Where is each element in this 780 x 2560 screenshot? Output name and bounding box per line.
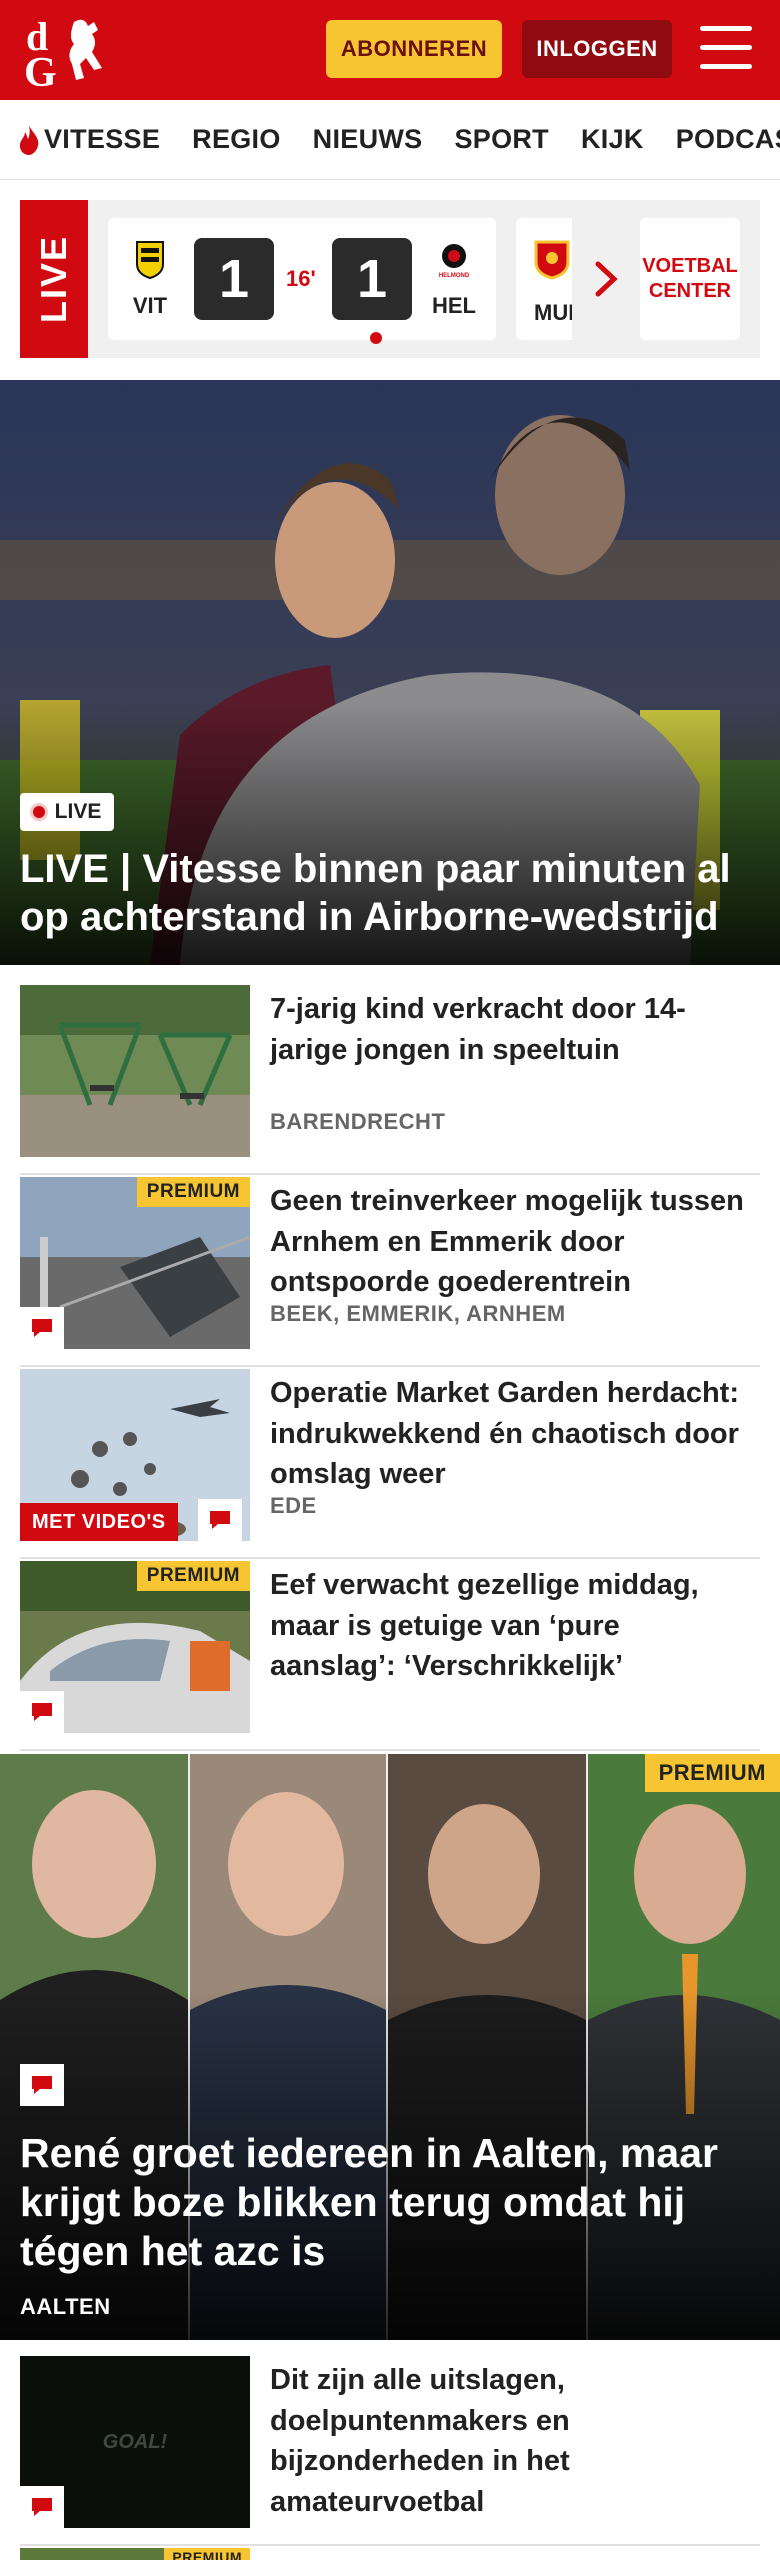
scoring-indicator xyxy=(370,332,382,344)
featured-location: AALTEN xyxy=(20,2294,111,2319)
away-score: 1 xyxy=(332,238,412,320)
article-location: BARENDRECHT xyxy=(270,1109,446,1134)
flame-icon xyxy=(19,124,39,155)
thumb-text: GOAL! xyxy=(103,2431,168,2453)
logo[interactable]: d G xyxy=(22,12,118,90)
helmond-sport-crest-icon: HELMOND xyxy=(439,244,470,279)
top-bar: d G ABONNEREN INLOGGEN xyxy=(0,0,780,100)
section-nav: VITESSE REGIO NIEUWS SPORT KIJK PODCAST xyxy=(0,100,780,180)
live-dot-icon xyxy=(32,806,45,818)
nav-item-regio[interactable]: REGIO xyxy=(192,124,281,155)
premium-badge: PREMIUM xyxy=(644,1754,780,1792)
next-article-thumbnail[interactable]: PREMIUM xyxy=(20,2548,250,2560)
article-thumbnail: MET VIDEO'S xyxy=(20,1369,250,1541)
featured-article[interactable]: PREMIUM René groet iedereen in Aalten, m… xyxy=(0,1754,780,2340)
comment-icon xyxy=(20,1307,64,1349)
article-title[interactable]: Dit zijn alle uitslagen, doelpuntenmaker… xyxy=(270,2360,750,2522)
comment-icon xyxy=(198,1499,242,1541)
list-item[interactable]: MET VIDEO'S Operatie Market Garden herda… xyxy=(20,1369,760,1559)
article-thumbnail: GOAL! xyxy=(20,2356,250,2528)
home-score: 1 xyxy=(194,238,274,320)
premium-badge: PREMIUM xyxy=(136,1561,250,1591)
article-thumbnail xyxy=(20,985,250,1157)
nav-item-podcast[interactable]: PODCAST xyxy=(676,124,780,155)
nav-item-kijk[interactable]: KIJK xyxy=(581,124,644,155)
svg-text:HELMOND: HELMOND xyxy=(439,273,470,279)
list-item[interactable]: 7-jarig kind verkracht door 14-jarige jo… xyxy=(20,985,760,1175)
away-club-abbr: HEL xyxy=(432,293,476,318)
article-title[interactable]: Operatie Market Garden herdacht: indrukw… xyxy=(270,1373,750,1495)
live-scores: LIVE VIT 1 16' 1 HELMOND HEL MUI VOETBAL… xyxy=(20,200,760,358)
vitesse-crest-icon xyxy=(136,241,164,280)
article-title[interactable]: Eef verwacht gezellige middag, maar is g… xyxy=(270,1565,750,1687)
next-match-card[interactable]: MUI xyxy=(516,218,572,340)
premium-badge: PREMIUM xyxy=(136,1177,250,1207)
home-club: VIT xyxy=(120,240,180,319)
article-title[interactable]: 7-jarig kind verkracht door 14-jarige jo… xyxy=(270,989,750,1070)
subscribe-button[interactable]: ABONNEREN xyxy=(326,20,502,78)
football-center-button[interactable]: VOETBAL CENTER xyxy=(640,218,740,340)
live-badge: LIVE xyxy=(20,793,114,831)
man-united-crest-icon xyxy=(534,240,570,280)
list-item[interactable]: PREMIUM Geen treinverkeer mogelijk tusse… xyxy=(20,1177,760,1367)
nav-item-label: VITESSE xyxy=(44,124,161,154)
svg-text:G: G xyxy=(24,50,57,90)
match-card[interactable]: VIT 1 16' 1 HELMOND HEL xyxy=(108,218,496,344)
nav-item-vitesse[interactable]: VITESSE xyxy=(18,124,160,155)
hero-article[interactable]: LIVE LIVE | Vitesse binnen paar minuten … xyxy=(0,380,780,965)
article-title[interactable]: Geen treinverkeer mogelijk tussen Arnhem… xyxy=(270,1181,750,1303)
login-button[interactable]: INLOGGEN xyxy=(522,20,672,78)
list-item[interactable]: PREMIUM Eef verwacht gezellige middag, m… xyxy=(20,1561,760,1751)
list-item[interactable]: GOAL! Dit zijn alle uitslagen, doelpunte… xyxy=(20,2356,760,2546)
featured-title[interactable]: René groet iedereen in Aalten, maar krij… xyxy=(20,2129,760,2277)
nav-item-sport[interactable]: SPORT xyxy=(454,124,549,155)
article-location: EDE xyxy=(270,1493,317,1518)
premium-badge: PREMIUM xyxy=(164,2548,250,2560)
home-club-abbr: VIT xyxy=(132,293,168,318)
match-minute: 16' xyxy=(286,266,316,291)
live-tag: LIVE xyxy=(20,200,88,358)
away-club: HELMOND HEL xyxy=(424,240,484,319)
video-tag: MET VIDEO'S xyxy=(20,1503,178,1541)
article-location: BEEK, EMMERIK, ARNHEM xyxy=(270,1301,566,1326)
hamburger-icon[interactable] xyxy=(700,26,752,70)
chevron-right-icon[interactable] xyxy=(586,254,626,304)
article-thumbnail: PREMIUM xyxy=(20,1561,250,1733)
comment-icon xyxy=(20,1691,64,1733)
comment-icon xyxy=(20,2486,64,2528)
nav-item-nieuws[interactable]: NIEUWS xyxy=(313,124,423,155)
comment-icon xyxy=(20,2064,64,2106)
article-thumbnail: PREMIUM xyxy=(20,1177,250,1349)
next-match-home-abbr: MUI xyxy=(534,300,572,325)
hero-title[interactable]: LIVE | Vitesse binnen paar minuten al op… xyxy=(20,845,760,941)
